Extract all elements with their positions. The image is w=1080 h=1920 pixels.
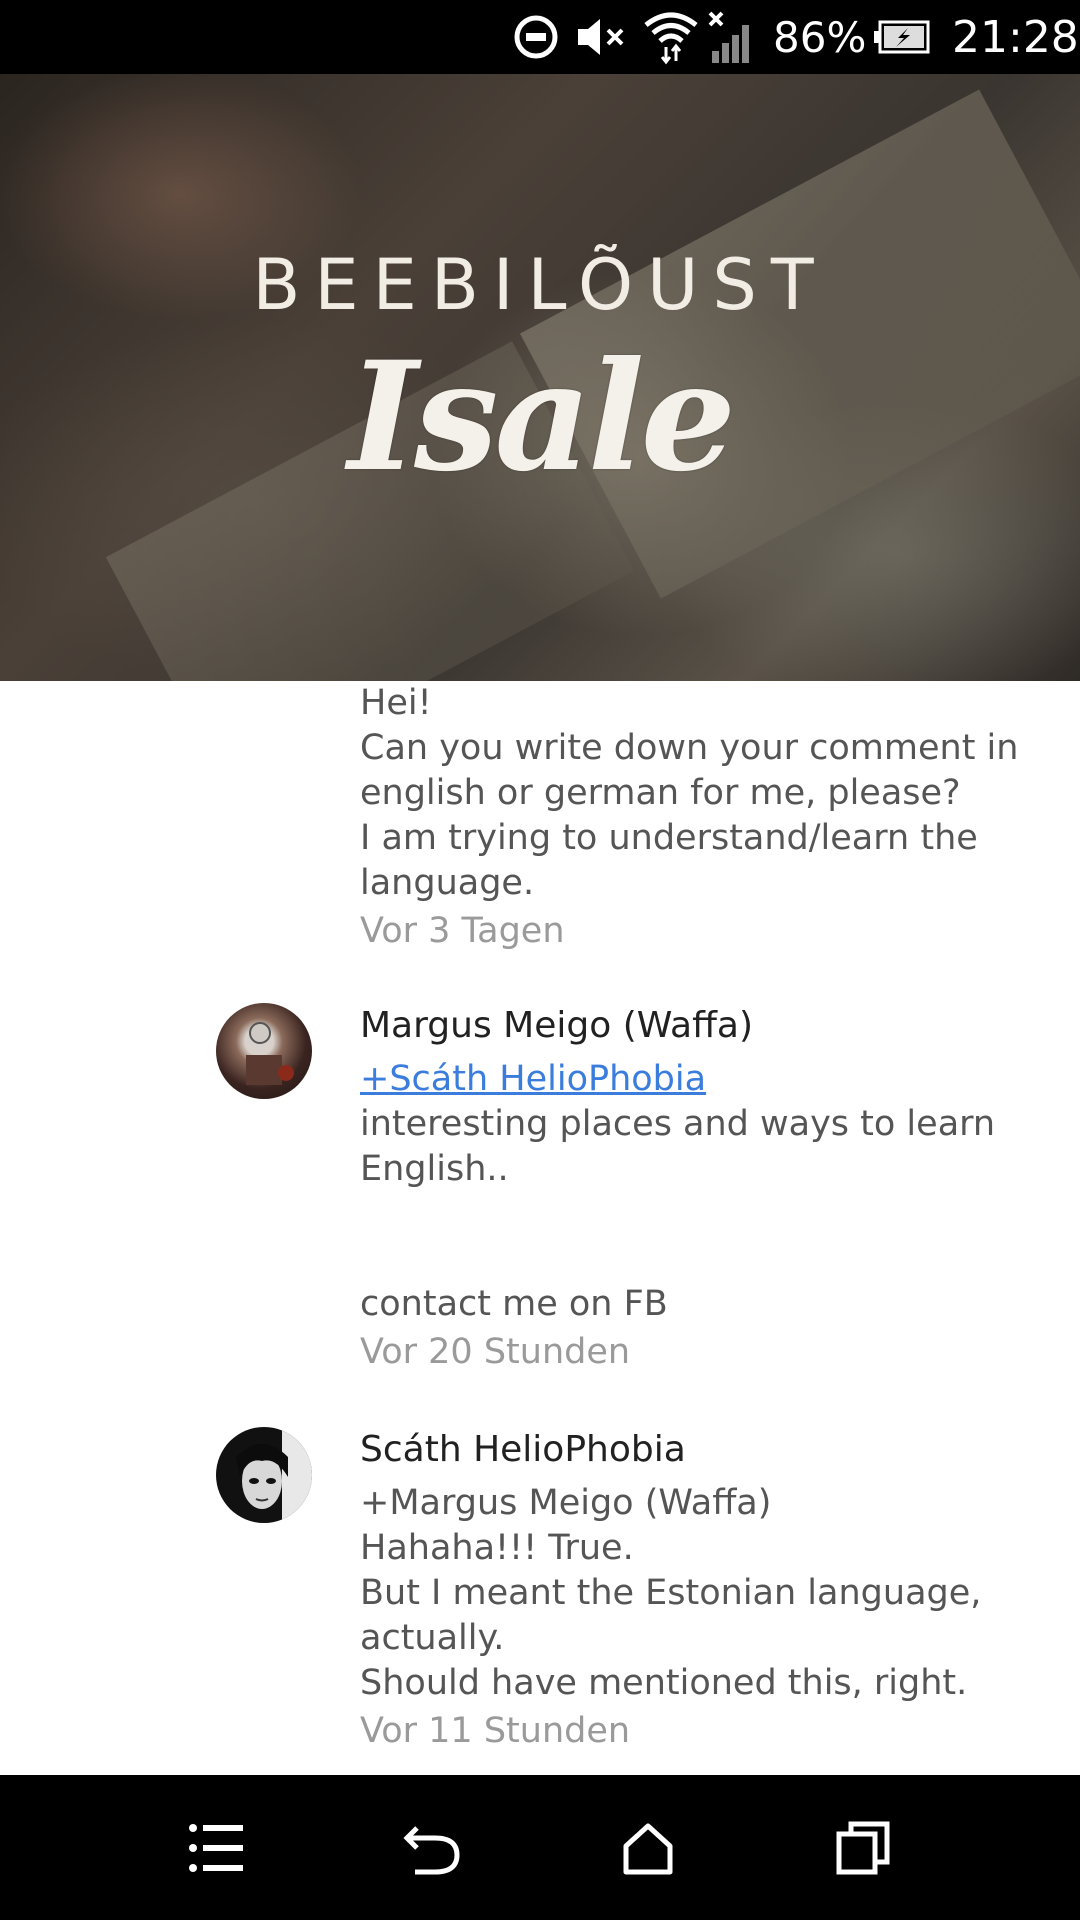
battery-percent: 86% [773, 12, 867, 62]
comments-list[interactable]: Hei! Can you write down your comment in … [0, 681, 1080, 1775]
comment-body: Margus Meigo (Waffa) +Scáth HelioPhobia … [360, 1003, 1050, 1375]
wifi-icon [642, 0, 700, 74]
comment-time: Vor 11 Stunden [360, 1711, 631, 1751]
clock: 21:28 [952, 11, 1079, 63]
home-icon[interactable] [588, 1775, 708, 1920]
comment-line: interesting places and ways to learn [360, 1104, 996, 1144]
comment-line: English.. [360, 1149, 509, 1189]
navigation-bar [0, 1775, 1080, 1920]
comment-author[interactable]: Margus Meigo (Waffa) [360, 1003, 1050, 1049]
video-title: BEEBILÕUST [252, 244, 828, 326]
video-player[interactable]: BEEBILÕUST Isale [0, 74, 1080, 681]
comment-time: Vor 20 Stunden [360, 1332, 631, 1372]
comment-body: Scáth HelioPhobia +Margus Meigo (Waffa) … [360, 1427, 1050, 1754]
comment-line: Hei! [360, 683, 432, 723]
comment-line: Can you write down your comment in [360, 728, 1019, 768]
back-icon[interactable] [373, 1775, 493, 1920]
recents-icon[interactable] [803, 1775, 923, 1920]
signal-icon [706, 0, 758, 74]
battery-icon [872, 0, 932, 74]
do-not-disturb-icon [512, 0, 560, 74]
comment-line: I am trying to understand/learn the [360, 818, 978, 858]
comment-line: contact me on FB [360, 1284, 668, 1324]
muted-icon [574, 0, 630, 74]
avatar[interactable] [216, 1003, 312, 1099]
comment-body: Hei! Can you write down your comment in … [360, 681, 1050, 954]
comment-line: +Margus Meigo (Waffa) [360, 1483, 772, 1523]
video-logo: Isale [347, 329, 736, 505]
comment-line: But I meant the Estonian language, [360, 1573, 982, 1613]
status-bar: 86% 21:28 [0, 0, 1080, 74]
mention-link[interactable]: +Scáth HelioPhobia [360, 1059, 706, 1099]
comment-line: language. [360, 863, 535, 903]
avatar[interactable] [216, 1427, 312, 1523]
comment-line: actually. [360, 1618, 505, 1658]
menu-icon[interactable] [157, 1775, 277, 1920]
comment-line: Hahaha!!! True. [360, 1528, 634, 1568]
comment-line: Should have mentioned this, right. [360, 1663, 968, 1703]
comment-author[interactable]: Scáth HelioPhobia [360, 1427, 1050, 1473]
comment-time: Vor 3 Tagen [360, 911, 565, 951]
comment-line: english or german for me, please? [360, 773, 961, 813]
